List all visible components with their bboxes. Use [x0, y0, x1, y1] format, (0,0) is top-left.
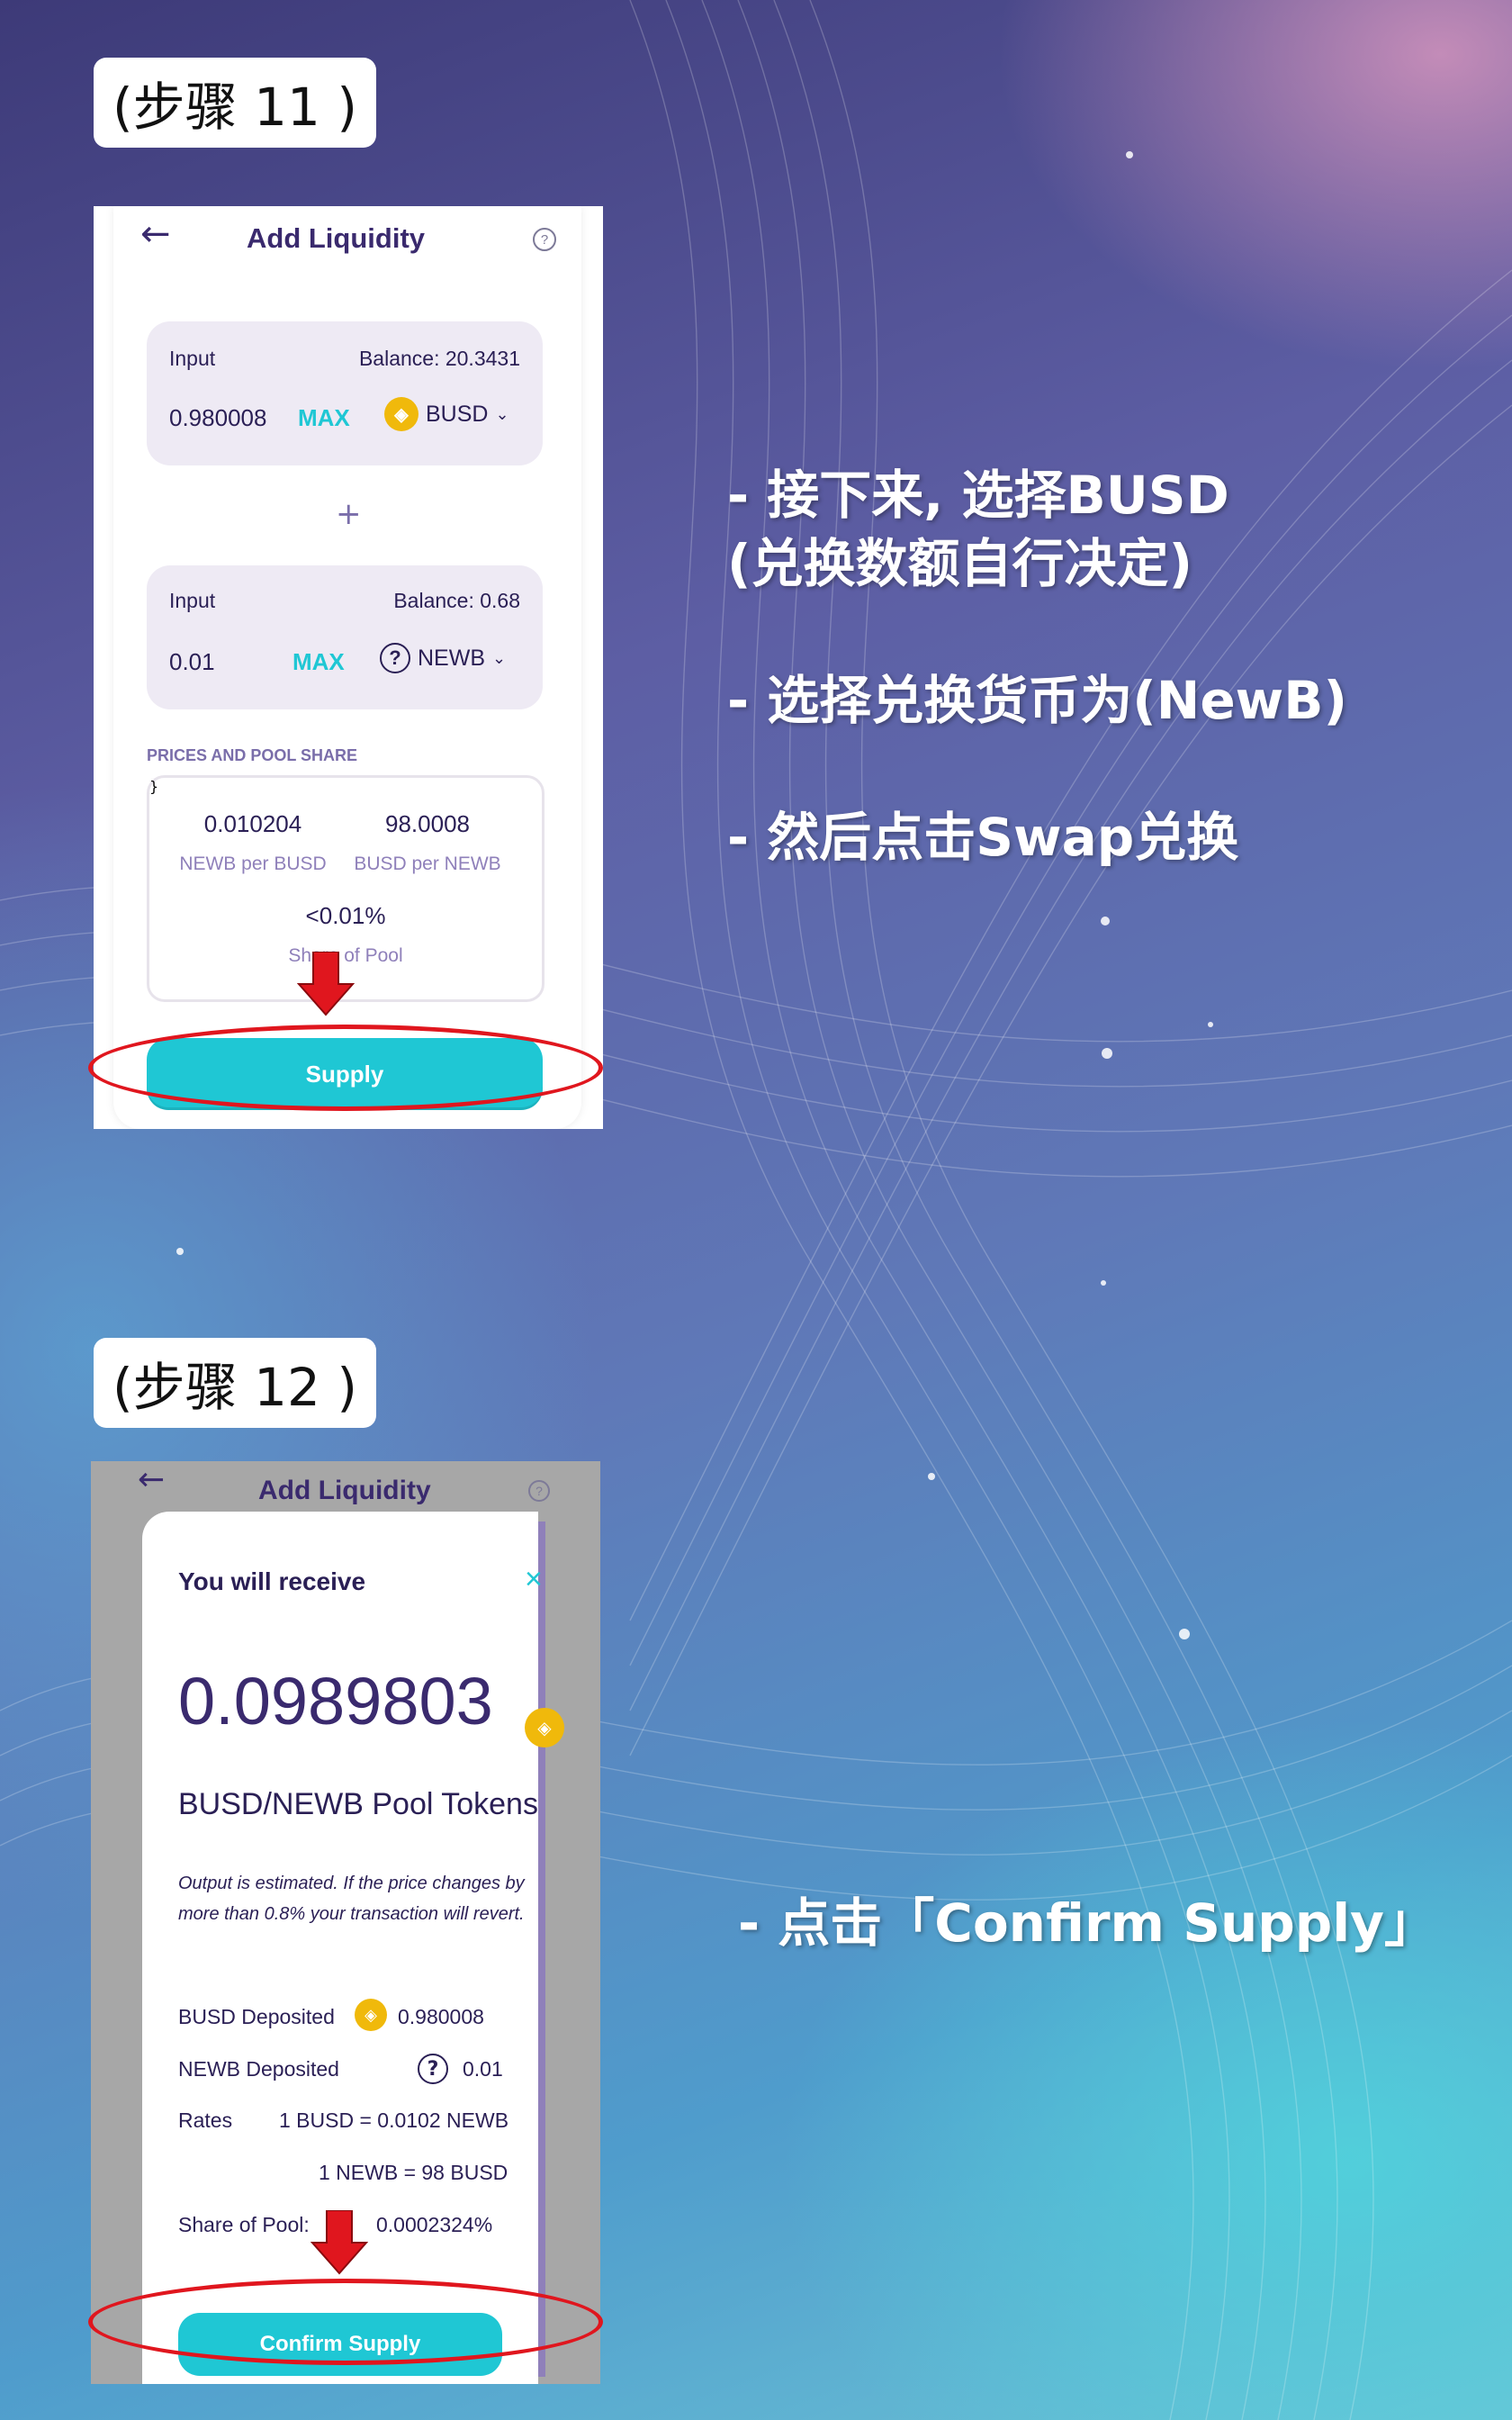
share-of-pool-label: Share of Pool: [178, 2213, 310, 2236]
balance-text: Balance: 0.68 [393, 589, 520, 612]
token-selector-busd[interactable]: ◈ BUSD ⌄ [384, 397, 509, 431]
modal-heading: You will receive [178, 1567, 366, 1595]
prices-section-title: PRICES AND POOL SHARE [147, 746, 358, 764]
page-title: Add Liquidity [258, 1476, 431, 1505]
price-label: NEWB per BUSD [179, 853, 327, 874]
rate-busd-newb: 1 BUSD = 0.0102 NEWB [279, 2108, 509, 2132]
help-icon: ? [528, 1480, 550, 1502]
instruction-line: (兑换数额自行决定) [727, 533, 1193, 594]
price-newb-per-busd: 0.010204 [203, 810, 302, 837]
question-coin-icon: ? [380, 643, 410, 673]
page-title: Add Liquidity [247, 222, 426, 254]
question-coin-icon: ? [418, 2054, 448, 2084]
help-icon[interactable]: ? [533, 228, 556, 251]
share-of-pool-value: <0.01% [305, 902, 386, 929]
amount-input[interactable]: 0.01 [169, 648, 215, 676]
busd-deposited-value: 0.980008 [398, 2005, 484, 2028]
busd-coin-icon: ◈ [355, 1999, 387, 2031]
chevron-down-icon: ⌄ [492, 648, 507, 667]
price-busd-per-newb: 98.0008 [385, 810, 470, 837]
pool-token-name: BUSD/NEWB Pool Tokens [178, 1787, 538, 1821]
estimate-note: more than 0.8% your transaction will rev… [178, 1904, 525, 1924]
highlight-ellipse [88, 1025, 603, 1111]
busd-coin-icon: ◈ [525, 1708, 564, 1747]
busd-coin-icon: ◈ [384, 397, 418, 431]
newb-deposited-label: NEWB Deposited [178, 2057, 339, 2081]
rates-label: Rates [178, 2108, 233, 2132]
instruction-line: - 然后点击Swap兑换 [727, 807, 1239, 868]
back-arrow-icon[interactable]: ← [140, 213, 171, 255]
input-label: Input [169, 589, 216, 612]
busd-deposited-label: BUSD Deposited [178, 2005, 335, 2028]
price-label: BUSD per NEWB [354, 853, 501, 874]
step-12-label: (步骤 12 ) [94, 1338, 376, 1428]
share-of-pool-value: 0.0002324% [376, 2213, 493, 2236]
token-symbol: BUSD [426, 401, 489, 427]
input-panel-busd: Input Balance: 20.3431 0.980008 MAX ◈ BU… [147, 321, 543, 465]
amount-input[interactable]: 0.980008 [169, 404, 266, 432]
red-arrow-icon [297, 952, 355, 1016]
instruction-line: - 选择兑换货币为(NewB) [727, 670, 1347, 731]
rate-newb-busd: 1 NEWB = 98 BUSD [319, 2161, 508, 2184]
instruction-line: - 点击「Confirm Supply」 [738, 1892, 1436, 1954]
estimate-note: Output is estimated. If the price change… [178, 1874, 525, 1893]
balance-text: Balance: 20.3431 [358, 347, 520, 370]
token-selector-newb[interactable]: ? NEWB ⌄ [380, 643, 506, 673]
token-symbol: NEWB [418, 645, 485, 671]
input-label: Input [169, 347, 216, 370]
instruction-line: - 接下来, 选择BUSD [727, 465, 1229, 526]
back-arrow-icon: ← [138, 1461, 166, 1498]
max-button[interactable]: MAX [298, 404, 350, 432]
confirm-supply-screen: ← Add Liquidity ? You will receive × 0.0… [91, 1461, 600, 2384]
highlight-ellipse [88, 2279, 603, 2365]
close-icon[interactable]: × [525, 1562, 543, 1597]
receive-amount: 0.0989803 [178, 1664, 493, 1738]
max-button[interactable]: MAX [292, 648, 345, 676]
newb-deposited-value: 0.01 [463, 2057, 503, 2081]
red-arrow-icon [310, 2210, 368, 2275]
chevron-down-icon: ⌄ [495, 404, 509, 423]
step-11-label: (步骤 11 ) [94, 58, 376, 148]
input-panel-newb: Input Balance: 0.68 0.01 MAX ? NEWB ⌄ [147, 565, 543, 709]
plus-icon: + [336, 496, 362, 532]
add-liquidity-screen: ← Add Liquidity ? Input Balance: 20.3431… [94, 206, 603, 1129]
